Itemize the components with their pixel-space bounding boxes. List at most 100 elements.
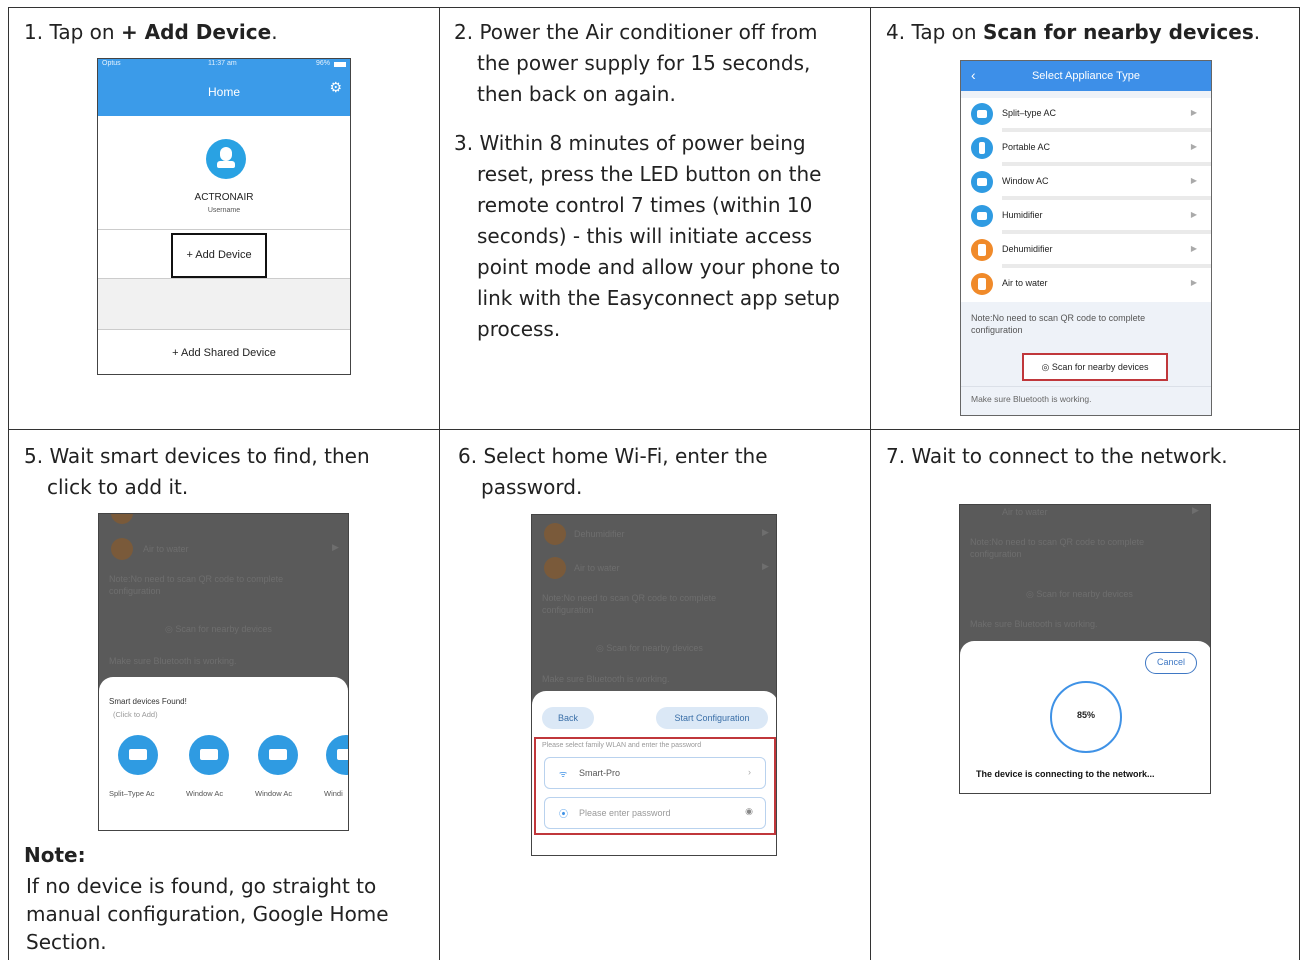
avatar-body-icon bbox=[217, 161, 235, 168]
screenshot-wifi-select: Dehumidifier ▶ Air to water ▶ Note:No ne… bbox=[531, 514, 777, 856]
air-to-water-icon bbox=[111, 538, 133, 560]
cancel-button[interactable]: Cancel bbox=[1145, 652, 1197, 674]
chevron-right-icon: ▶ bbox=[1190, 244, 1197, 253]
bg-dehumidifier: Dehumidifier bbox=[574, 529, 625, 539]
appliance-row-split[interactable]: Split–type AC ▶ bbox=[961, 98, 1211, 132]
bg-note-line2: configuration bbox=[542, 605, 594, 615]
battery-label: 96% bbox=[315, 60, 330, 67]
user-subtitle: Username bbox=[207, 207, 241, 214]
chevron-right-icon: › bbox=[748, 767, 751, 777]
found-subtitle: (Click to Add) bbox=[113, 710, 158, 719]
split-ac-icon bbox=[971, 103, 993, 125]
wifi-name: Smart-Pro bbox=[579, 768, 621, 778]
window-ac-icon[interactable] bbox=[258, 735, 298, 775]
bg-note-line1: Note:No need to scan QR code to complete bbox=[109, 574, 284, 584]
bg-scan-label: ◎ Scan for nearby devices bbox=[596, 643, 703, 653]
wifi-select-field[interactable]: ᯤ Smart-Pro › bbox=[544, 757, 766, 789]
note-title: Note: bbox=[24, 843, 86, 867]
step-4-text: 4. Tap on Scan for nearby devices. bbox=[886, 20, 1261, 44]
chevron-right-icon: ▶ bbox=[1190, 176, 1197, 185]
dehumidifier-icon bbox=[111, 514, 133, 524]
appliance-list: Split–type AC ▶ Portable AC ▶ Window AC … bbox=[961, 98, 1211, 302]
bluetooth-hint: Make sure Bluetooth is working. bbox=[971, 394, 1092, 404]
back-button[interactable]: Back bbox=[542, 707, 594, 729]
step-7-text: 7. Wait to connect to the network. bbox=[886, 444, 1228, 468]
carrier-label: Optus bbox=[102, 60, 121, 67]
dehumidifier-icon bbox=[544, 523, 566, 545]
scan-icon: ◎ bbox=[596, 643, 607, 653]
chevron-right-icon: ▶ bbox=[1190, 108, 1197, 117]
bg-scan-label: ◎ Scan for nearby devices bbox=[165, 624, 272, 634]
appliance-label: Air to water bbox=[1002, 278, 1048, 288]
scan-icon: ◎ bbox=[1041, 362, 1052, 372]
humidifier-icon bbox=[971, 205, 993, 227]
start-configuration-button[interactable]: Start Configuration bbox=[656, 707, 768, 729]
portable-ac-icon bbox=[971, 137, 993, 159]
bg-scan-label: ◎ Scan for nearby devices bbox=[1026, 589, 1133, 599]
add-shared-device-button[interactable]: + Add Shared Device bbox=[98, 347, 350, 359]
scan-icon: ◎ bbox=[165, 624, 176, 634]
wifi-prompt: Please select family WLAN and enter the … bbox=[542, 742, 702, 749]
split-ac-icon[interactable] bbox=[118, 735, 158, 775]
progress-ring: 85% bbox=[1050, 681, 1122, 753]
bg-air-to-water: Air to water bbox=[143, 544, 189, 554]
avatar-head-icon bbox=[220, 147, 232, 161]
bg-note-line1: Note:No need to scan QR code to complete bbox=[970, 537, 1145, 547]
appliance-label: Humidifier bbox=[1002, 210, 1043, 220]
scan-nearby-button[interactable]: ◎ Scan for nearby devices bbox=[1022, 353, 1168, 381]
air-to-water-icon bbox=[971, 273, 993, 295]
appliance-row-window[interactable]: Window AC ▶ bbox=[961, 166, 1211, 200]
device-label: Split–Type Ac bbox=[109, 789, 155, 798]
window-ac-icon bbox=[971, 171, 993, 193]
screenshot-home: Optus 11:37 am 96% Home ⚙ ACTRONAIR User… bbox=[97, 58, 351, 375]
clock-label: 11:37 am bbox=[208, 60, 237, 67]
bg-bluetooth-hint: Make sure Bluetooth is working. bbox=[542, 674, 670, 684]
add-device-button[interactable]: + Add Device bbox=[171, 233, 267, 278]
note-body: If no device is found, go straight to ma… bbox=[26, 874, 389, 954]
connecting-status: The device is connecting to the network.… bbox=[976, 769, 1155, 779]
step-5-text: 5. Wait smart devices to find, then clic… bbox=[24, 444, 370, 499]
window-ac-icon[interactable] bbox=[326, 735, 348, 775]
screenshot-select-appliance: ‹ Select Appliance Type Split–type AC ▶ … bbox=[960, 60, 1212, 416]
device-label: Window Ac bbox=[186, 789, 224, 798]
bg-air-to-water: Air to water bbox=[1002, 507, 1048, 517]
appliance-label: Portable AC bbox=[1002, 142, 1051, 152]
status-bar: Optus 11:37 am 96% bbox=[98, 59, 350, 71]
chevron-right-icon: ▶ bbox=[762, 561, 769, 571]
eye-icon[interactable]: ◉ bbox=[745, 806, 753, 817]
appliance-row-portable[interactable]: Portable AC ▶ bbox=[961, 132, 1211, 166]
avatar bbox=[206, 139, 246, 179]
password-field[interactable]: ⦿ Please enter password ◉ bbox=[544, 797, 766, 829]
home-title: Home bbox=[207, 85, 240, 99]
bg-air-to-water: Air to water bbox=[574, 563, 620, 573]
window-ac-icon[interactable] bbox=[189, 735, 229, 775]
divider bbox=[98, 229, 350, 230]
bg-bluetooth-hint: Make sure Bluetooth is working. bbox=[970, 619, 1098, 629]
devices-found-sheet: Smart devices Found! (Click to Add) Spli… bbox=[99, 677, 348, 830]
scan-icon: ◎ bbox=[1026, 589, 1037, 599]
device-label: Windi bbox=[324, 789, 343, 798]
air-to-water-icon bbox=[544, 557, 566, 579]
password-placeholder: Please enter password bbox=[579, 808, 671, 818]
step-2-text: 2. Power the Air conditioner off from th… bbox=[454, 20, 818, 106]
appliance-row-humidifier[interactable]: Humidifier ▶ bbox=[961, 200, 1211, 234]
qr-note: Note:No need to scan QR code to complete… bbox=[971, 313, 1146, 335]
appliance-label: Split–type AC bbox=[1002, 108, 1057, 118]
step-1-text: 1. Tap on + Add Device. bbox=[24, 20, 278, 44]
appliance-row-dehumidifier[interactable]: Dehumidifier ▶ bbox=[961, 234, 1211, 268]
appliance-row-air-to-water[interactable]: Air to water ▶ bbox=[961, 268, 1211, 302]
wifi-icon: ᯤ bbox=[559, 769, 568, 779]
wifi-form-highlight: Please select family WLAN and enter the … bbox=[534, 737, 776, 835]
chevron-right-icon: ▶ bbox=[1190, 278, 1197, 287]
gear-icon[interactable]: ⚙ bbox=[329, 79, 342, 96]
bg-note-line1: Note:No need to scan QR code to complete bbox=[542, 593, 717, 603]
step-3-text: 3. Within 8 minutes of power being reset… bbox=[454, 131, 841, 341]
chevron-right-icon: ▶ bbox=[1192, 505, 1199, 515]
appliance-label: Dehumidifier bbox=[1002, 244, 1053, 254]
step-6-text: 6. Select home Wi-Fi, enter the password… bbox=[458, 444, 768, 499]
screenshot-connecting: Air to water ▶ Note:No need to scan QR c… bbox=[959, 504, 1211, 794]
progress-percent: 85% bbox=[1076, 710, 1095, 720]
dehumidifier-icon bbox=[971, 239, 993, 261]
chevron-right-icon: ▶ bbox=[1190, 142, 1197, 151]
appliance-title: Select Appliance Type bbox=[1031, 70, 1141, 82]
